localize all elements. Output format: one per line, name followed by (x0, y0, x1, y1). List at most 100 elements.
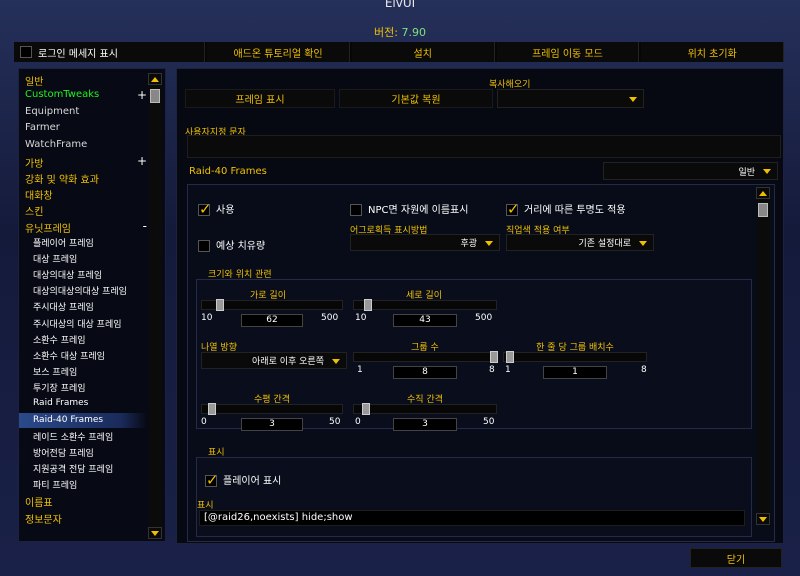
range-fade-toggle[interactable]: 거리에 따른 투명도 적용 (506, 200, 626, 218)
sidebar-item-customtweaks[interactable]: CustomTweaks (25, 89, 99, 100)
sidebar-item-assist[interactable]: 지원공격 전담 프레임 (33, 462, 113, 475)
version-value: 7.90 (401, 26, 426, 39)
sidebar-item-auras[interactable]: 강화 및 약화 효과 (25, 171, 99, 186)
horizontal-spacing-input[interactable]: 3 (241, 418, 303, 431)
sidebar-item-pet[interactable]: 소환수 프레임 (33, 333, 86, 346)
group-count-input[interactable]: 8 (393, 366, 457, 379)
sidebar-item-focus[interactable]: 주시대상 프레임 (33, 300, 94, 313)
horizontal-spacing-max: 50 (329, 417, 341, 427)
aggro-dropdown[interactable]: 후광 (350, 234, 500, 251)
npc-name-checkbox[interactable] (350, 204, 362, 216)
sidebar-item-equipment[interactable]: Equipment (25, 106, 79, 117)
expand-icon[interactable]: + (137, 154, 147, 168)
group-count-slider-knob[interactable] (490, 351, 498, 363)
horizontal-spacing-slider-knob[interactable] (208, 403, 216, 415)
sidebar-item-player[interactable]: 플레이어 프레임 (33, 236, 94, 249)
height-input[interactable]: 43 (393, 314, 457, 327)
sidebar-item-skins[interactable]: 스킨 (25, 203, 43, 218)
chevron-down-icon (763, 169, 771, 174)
expand-icon[interactable]: + (137, 88, 147, 102)
sidebar-item-farmer[interactable]: Farmer (25, 122, 60, 133)
scroll-thumb[interactable] (758, 203, 768, 217)
login-message-toggle[interactable]: 로그인 메세지 표시 (14, 42, 206, 62)
sidebar-item-party[interactable]: 파티 프레임 (33, 478, 77, 491)
custom-text-input[interactable] (187, 135, 781, 158)
tutorial-button[interactable]: 애드온 튜토리얼 확인 (207, 42, 350, 62)
growth-direction-dropdown[interactable]: 아래로 이후 오른쪽 (201, 352, 347, 369)
content-scrollbar[interactable] (756, 187, 770, 525)
sidebar-item-raidpet[interactable]: 레이드 소환수 프레임 (33, 430, 113, 443)
reset-position-button[interactable]: 위치 초기화 (641, 42, 785, 62)
width-min: 10 (201, 313, 213, 323)
vertical-spacing-input[interactable]: 3 (393, 418, 457, 431)
scroll-up-button[interactable] (756, 187, 770, 199)
group-count-max: 8 (489, 365, 495, 375)
sidebar-item-boss[interactable]: 보스 프레임 (33, 365, 77, 378)
sidebar-item-pettarget[interactable]: 소환수 대상 프레임 (33, 349, 105, 362)
group-title: Raid-40 Frames (189, 166, 267, 177)
login-message-label: 로그인 메세지 표시 (38, 48, 118, 60)
install-button[interactable]: 설치 (351, 42, 495, 62)
groups-per-row-max: 8 (641, 365, 647, 375)
sidebar-item-bags[interactable]: 가방 (25, 155, 43, 170)
heal-predict-checkbox[interactable] (198, 240, 210, 252)
height-max: 500 (475, 313, 493, 323)
enable-toggle[interactable]: 사용 (198, 200, 235, 218)
arrow-down-icon (759, 516, 767, 522)
sidebar-item-targettargettarget[interactable]: 대상의대상의대상 프레임 (33, 284, 127, 297)
copy-from-dropdown[interactable] (497, 89, 644, 108)
width-slider[interactable] (201, 299, 343, 311)
sidebar-item-chat[interactable]: 대화창 (25, 187, 53, 202)
height-slider-knob[interactable] (364, 299, 372, 311)
sidebar-item-watchframe[interactable]: WatchFrame (25, 139, 87, 150)
vertical-spacing-slider-knob[interactable] (362, 403, 370, 415)
aggro-value: 후광 (460, 239, 477, 249)
range-fade-checkbox[interactable] (506, 200, 520, 218)
sidebar-item-raid[interactable]: Raid Frames (33, 398, 88, 408)
height-min: 10 (355, 313, 367, 323)
move-mode-button[interactable]: 프레임 이동 모드 (496, 42, 640, 62)
sidebar-item-targettarget[interactable]: 대상의대상 프레임 (33, 268, 102, 281)
sidebar-item-datatexts[interactable]: 정보문자 (25, 511, 62, 526)
width-slider-knob[interactable] (216, 299, 224, 311)
height-slider[interactable] (353, 299, 497, 311)
scroll-thumb[interactable] (150, 89, 160, 103)
sidebar-scrollbar[interactable] (148, 73, 162, 539)
class-color-dropdown[interactable]: 기존 설정대로 (506, 234, 654, 251)
sidebar-item-nameplates[interactable]: 이름표 (25, 494, 53, 509)
login-message-checkbox[interactable] (20, 46, 32, 58)
sidebar-item-general[interactable]: 일반 (25, 73, 43, 88)
group-dropdown[interactable]: 일반 (603, 162, 778, 180)
sidebar-item-unitframes[interactable]: 유닛프레임 (25, 220, 71, 235)
horizontal-spacing-slider[interactable] (201, 403, 343, 415)
collapse-icon[interactable]: - (143, 219, 147, 233)
groups-per-row-slider[interactable] (503, 351, 647, 363)
enable-checkbox[interactable] (198, 200, 212, 218)
show-frame-button[interactable]: 프레임 표시 (185, 89, 335, 108)
enable-label: 사용 (216, 205, 235, 216)
heal-predict-toggle[interactable]: 예상 치유량 (198, 237, 265, 252)
display-group: 플레이어 표시 표시 [@raid26,noexists] hide;show (196, 457, 752, 537)
width-input[interactable]: 62 (241, 314, 303, 327)
group-count-slider[interactable] (353, 351, 498, 363)
scroll-up-button[interactable] (148, 73, 162, 85)
groups-per-row-input[interactable]: 1 (543, 366, 607, 379)
show-player-checkbox[interactable] (205, 471, 219, 489)
npc-name-toggle[interactable]: NPC면 자원에 이름표시 (350, 201, 468, 216)
sidebar-item-tank[interactable]: 방어전담 프레임 (33, 446, 94, 459)
groups-per-row-slider-knob[interactable] (506, 351, 514, 363)
sidebar-item-arena[interactable]: 투기장 프레임 (33, 381, 86, 394)
vertical-spacing-slider[interactable] (353, 403, 497, 415)
vertical-spacing-min: 0 (355, 417, 361, 427)
sidebar-item-raid40[interactable]: Raid-40 Frames (19, 413, 147, 428)
scroll-down-button[interactable] (756, 513, 770, 525)
sidebar-item-target[interactable]: 대상 프레임 (33, 252, 77, 265)
version-label: 버전: (374, 26, 398, 39)
restore-default-button[interactable]: 기본값 복원 (339, 89, 493, 108)
show-player-toggle[interactable]: 플레이어 표시 (205, 471, 281, 489)
visibility-input[interactable]: [@raid26,noexists] hide;show (199, 510, 745, 526)
sidebar-item-focustarget[interactable]: 주시대상의 대상 프레임 (33, 317, 122, 330)
width-max: 500 (321, 313, 339, 323)
scroll-down-button[interactable] (148, 527, 162, 539)
close-button[interactable]: 닫기 (690, 548, 782, 568)
